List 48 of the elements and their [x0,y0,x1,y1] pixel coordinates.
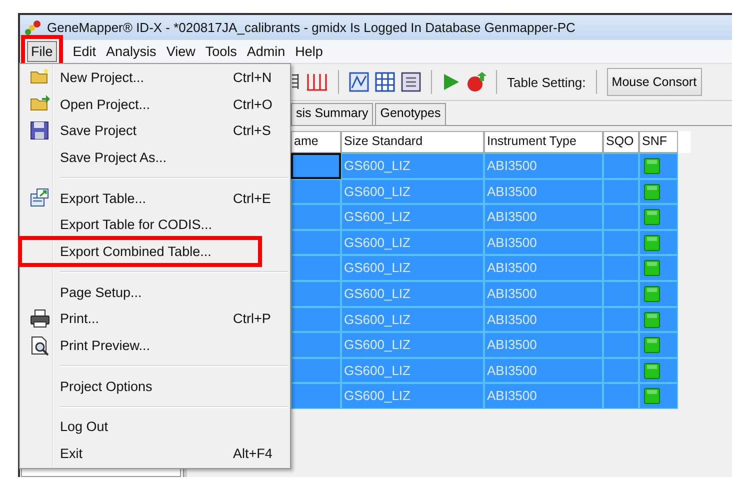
menu-item[interactable]: Help [291,42,327,61]
table-cell: GS600_LIZ [341,306,484,332]
menu-item[interactable]: Admin [242,42,290,61]
menu-item[interactable]: Export Table for CODIS... [20,211,290,238]
table-setting-label: Table Setting: [507,74,586,90]
table-cell: ABI3500 [484,358,603,384]
table-cell: GS600_LIZ [341,153,484,179]
table-cell: ABI3500 [484,153,603,179]
menu-item[interactable]: Exit Alt+F4 [20,440,290,467]
menu-item[interactable]: Page Setup... [20,278,290,306]
tab[interactable]: sis Summary [291,103,374,125]
menu-item[interactable]: Edit [68,42,100,61]
menu-item[interactable]: Print... Ctrl+P [20,306,290,332]
menu-item[interactable]: Print Preview... [20,332,290,359]
table-cell: GS600_LIZ [341,204,484,230]
column-header[interactable]: Instrument Type [484,131,603,153]
tab[interactable]: Genotypes [375,103,446,125]
column-header[interactable]: SQO [603,131,639,153]
window-title: GeneMapper® ID-X - *020817JA_calibrants - gmidx Is Logged In Database Genmapper-PC [47,20,576,35]
table-cell: GS600_LIZ [341,255,484,281]
table-cell: ABI3500 [484,332,603,358]
table-cell: GS600_LIZ [341,178,484,204]
menu-item[interactable]: Save Project As... [20,144,290,171]
table-cell: ABI3500 [484,280,603,307]
menu-item[interactable]: Export Table... Ctrl+E [20,184,290,212]
table-cell: GS600_LIZ [341,383,484,409]
table-cell: GS600_LIZ [341,230,484,256]
menu-item[interactable]: Export Combined Table... [20,238,260,265]
menu-item[interactable]: Open Project... Ctrl+O [20,90,290,118]
menu-item[interactable]: View [162,42,200,61]
table-setting-dropdown[interactable]: Mouse Consort [606,68,702,96]
menu-item[interactable]: Analysis [102,42,160,61]
column-header[interactable]: ame [291,131,341,153]
menu-item[interactable]: Log Out [20,414,290,440]
table-cell: ABI3500 [484,178,603,204]
column-header[interactable]: SNF [639,131,678,153]
menu-item[interactable]: Project Options [20,372,290,400]
column-header[interactable]: Size Standard [341,131,484,153]
table-cell: ABI3500 [484,230,603,256]
menu-item[interactable]: Tools [201,42,241,61]
table-cell: GS600_LIZ [341,358,484,384]
menu-item[interactable]: Save Project Ctrl+S [20,117,290,144]
table-cell: ABI3500 [484,204,603,230]
table-cell: ABI3500 [484,383,603,409]
table-cell: ABI3500 [484,255,603,281]
table-cell: ABI3500 [484,306,603,332]
table-cell: GS600_LIZ [341,280,484,307]
table-cell: GS600_LIZ [341,332,484,358]
